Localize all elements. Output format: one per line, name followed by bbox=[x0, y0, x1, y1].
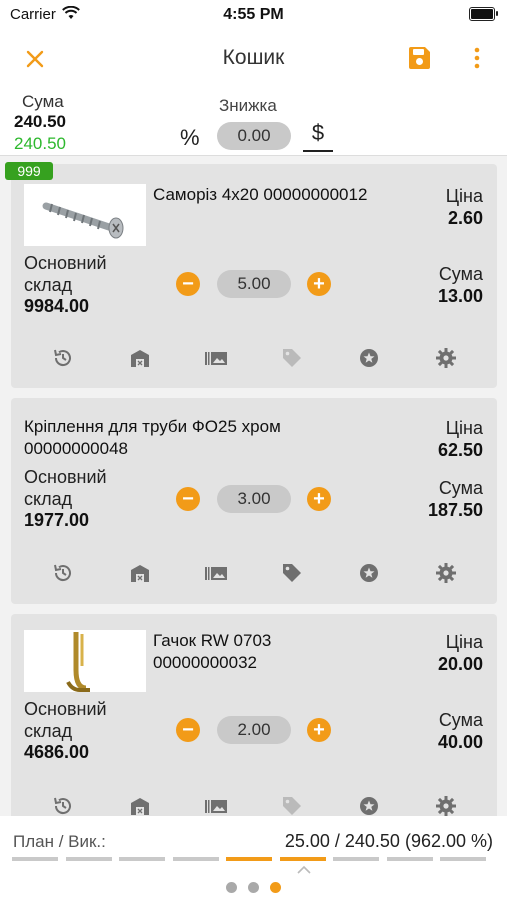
item-badge: 999 bbox=[5, 162, 53, 180]
battery-icon bbox=[469, 7, 498, 21]
discount-label: Знижка bbox=[219, 96, 277, 115]
warehouse-label-line1: Основний bbox=[24, 253, 107, 273]
progress-segment bbox=[386, 857, 433, 861]
item-sum-label: Сума bbox=[438, 710, 483, 730]
percent-discount-toggle[interactable]: % bbox=[180, 125, 200, 151]
increase-qty-button[interactable]: + bbox=[307, 718, 331, 742]
plan-label: План / Вик.: bbox=[13, 832, 106, 851]
progress-segment bbox=[226, 857, 272, 861]
chevron-up-icon[interactable] bbox=[296, 862, 312, 874]
gear-icon[interactable] bbox=[434, 794, 458, 816]
warehouse-label-line2: склад bbox=[24, 489, 73, 509]
price-value: 20.00 bbox=[437, 654, 483, 674]
product-image bbox=[24, 184, 146, 246]
sum-label: Сума bbox=[22, 92, 64, 111]
stock-value: 1977.00 bbox=[24, 510, 90, 530]
warehouse-icon[interactable] bbox=[128, 346, 152, 370]
item-actions bbox=[11, 561, 497, 587]
cart-list[interactable]: Саморіз 4x20 00000000012 Ціна 2.60 Основ… bbox=[0, 156, 507, 816]
star-icon[interactable] bbox=[357, 346, 381, 370]
more-options-icon[interactable] bbox=[470, 44, 484, 72]
history-icon[interactable] bbox=[51, 794, 75, 816]
gear-icon[interactable] bbox=[434, 346, 458, 370]
progress-segment bbox=[333, 857, 379, 861]
price-value: 2.60 bbox=[447, 208, 483, 228]
tag-icon[interactable] bbox=[280, 561, 304, 585]
status-bar: Carrier 4:55 PM bbox=[0, 0, 507, 30]
star-icon[interactable] bbox=[357, 794, 381, 816]
amount-discount-toggle[interactable]: $ bbox=[303, 120, 333, 152]
progress-segment bbox=[279, 857, 326, 861]
progress-segment bbox=[172, 857, 219, 861]
cart-item[interactable]: Кріплення для труби ФО25 хром 00000000048… bbox=[11, 398, 497, 604]
warehouse-label: Основний склад bbox=[24, 466, 107, 510]
tag-icon[interactable] bbox=[280, 346, 304, 370]
item-sum-value: 13.00 bbox=[437, 286, 483, 306]
product-code: 00000000048 bbox=[24, 439, 129, 458]
price-label: Ціна bbox=[445, 418, 483, 438]
item-sum-label: Сума bbox=[438, 478, 483, 498]
product-image bbox=[24, 630, 146, 692]
progress-segment bbox=[440, 857, 486, 861]
plan-value: 25.00 / 240.50 (962.00 %) bbox=[284, 831, 493, 851]
page-dot[interactable] bbox=[226, 882, 237, 893]
discount-input[interactable]: 0.00 bbox=[217, 122, 291, 150]
history-icon[interactable] bbox=[51, 346, 75, 370]
quantity-input[interactable]: 3.00 bbox=[217, 485, 291, 513]
decrease-qty-button[interactable]: − bbox=[176, 487, 200, 511]
warehouse-icon[interactable] bbox=[128, 794, 152, 816]
progress-segment bbox=[119, 857, 165, 861]
item-actions bbox=[11, 794, 497, 816]
cart-item[interactable]: Гачок RW 0703 00000000032 Ціна 20.00 Осно… bbox=[11, 614, 497, 816]
clock: 4:55 PM bbox=[223, 6, 284, 23]
page-dot[interactable] bbox=[270, 882, 281, 893]
item-sum-value: 40.00 bbox=[437, 732, 483, 752]
decrease-qty-button[interactable]: − bbox=[176, 272, 200, 296]
quantity-input[interactable]: 2.00 bbox=[217, 716, 291, 744]
warehouse-label: Основний склад bbox=[24, 698, 107, 742]
top-bar: Кошик bbox=[0, 30, 507, 88]
warehouse-label-line1: Основний bbox=[24, 467, 107, 487]
tag-icon[interactable] bbox=[280, 794, 304, 816]
progress-segment bbox=[65, 857, 112, 861]
warehouse-icon[interactable] bbox=[128, 561, 152, 585]
product-name: Кріплення для труби ФО25 хром 00000000048 bbox=[24, 416, 281, 460]
stock-value: 4686.00 bbox=[24, 742, 90, 762]
gear-icon[interactable] bbox=[434, 561, 458, 585]
warehouse-label-line1: Основний bbox=[24, 699, 107, 719]
barcode-gallery-icon[interactable] bbox=[204, 561, 228, 585]
item-sum-value: 187.50 bbox=[427, 500, 483, 520]
item-actions bbox=[11, 346, 497, 372]
warehouse-label-line2: склад bbox=[24, 721, 73, 741]
price-label: Ціна bbox=[445, 632, 483, 652]
price-label: Ціна bbox=[445, 186, 483, 206]
save-icon[interactable] bbox=[406, 45, 432, 76]
plan-footer: План / Вик.: 25.00 / 240.50 (962.00 %) bbox=[0, 816, 507, 900]
decrease-qty-button[interactable]: − bbox=[176, 718, 200, 742]
cart-summary: Сума 240.50 240.50 Знижка % 0.00 $ bbox=[0, 88, 507, 156]
quantity-input[interactable]: 5.00 bbox=[217, 270, 291, 298]
barcode-gallery-icon[interactable] bbox=[204, 794, 228, 816]
barcode-gallery-icon[interactable] bbox=[204, 346, 228, 370]
history-icon[interactable] bbox=[51, 561, 75, 585]
warehouse-label: Основний склад bbox=[24, 252, 107, 296]
product-name-line1: Гачок RW 0703 bbox=[153, 631, 272, 650]
stock-value: 9984.00 bbox=[24, 296, 90, 316]
price-value: 62.50 bbox=[437, 440, 483, 460]
sum-value: 240.50 bbox=[14, 112, 66, 131]
increase-qty-button[interactable]: + bbox=[307, 272, 331, 296]
item-sum-label: Сума bbox=[438, 264, 483, 284]
page-dot[interactable] bbox=[248, 882, 259, 893]
product-code: 00000000032 bbox=[153, 653, 258, 672]
cart-item[interactable]: Саморіз 4x20 00000000012 Ціна 2.60 Основ… bbox=[11, 164, 497, 388]
progress-segment bbox=[12, 857, 58, 861]
star-icon[interactable] bbox=[357, 561, 381, 585]
increase-qty-button[interactable]: + bbox=[307, 487, 331, 511]
warehouse-label-line2: склад bbox=[24, 275, 73, 295]
sum-value-discounted: 240.50 bbox=[14, 134, 66, 153]
product-name: Гачок RW 0703 00000000032 bbox=[153, 630, 271, 674]
product-name-line1: Кріплення для труби ФО25 хром bbox=[24, 417, 281, 436]
product-name: Саморіз 4x20 00000000012 bbox=[153, 185, 368, 204]
